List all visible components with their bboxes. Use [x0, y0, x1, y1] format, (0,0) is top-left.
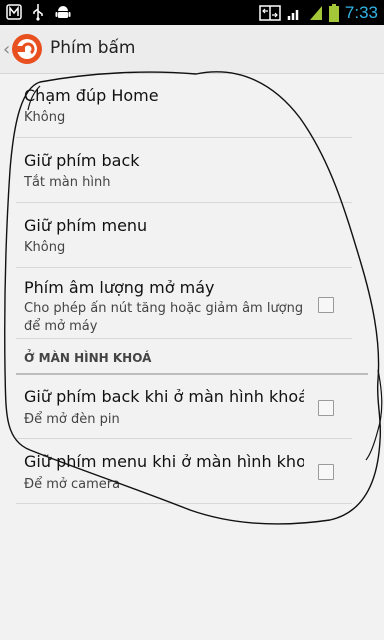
- setting-summary: Để mở đèn pin: [24, 412, 120, 427]
- android-icon: [55, 6, 71, 18]
- setting-title: Giữ phím menu khi ở màn hình khoá: [24, 452, 304, 471]
- setting-summary: Không: [24, 110, 66, 125]
- usb-icon: [33, 4, 43, 21]
- app-logo-icon[interactable]: [11, 33, 43, 65]
- system-icons: 7:33: [259, 3, 378, 22]
- up-chevron-icon[interactable]: ‹: [3, 39, 10, 60]
- status-bar: 7:33: [0, 0, 384, 25]
- setting-summary: Không: [24, 240, 66, 255]
- setting-title: Giữ phím back khi ở màn hình khoá: [24, 387, 304, 406]
- setting-title: Giữ phím menu: [24, 216, 148, 235]
- signal-icon: [309, 5, 322, 20]
- m-icon: [6, 4, 22, 20]
- battery-icon: [328, 3, 339, 22]
- category-title: Ở MÀN HÌNH KHOÁ: [24, 351, 152, 365]
- setting-double-tap-home[interactable]: Chạm đúp Home Không: [16, 74, 352, 138]
- lock-hold-back-checkbox[interactable]: [318, 400, 334, 416]
- settings-list: Chạm đúp Home Không Giữ phím back Tắt mà…: [0, 74, 384, 504]
- page-title: Phím bấm: [50, 38, 136, 58]
- volume-wake-checkbox[interactable]: [318, 297, 334, 313]
- setting-title: Giữ phím back: [24, 151, 140, 170]
- setting-summary: Để mở camera: [24, 477, 121, 492]
- setting-hold-menu[interactable]: Giữ phím menu Không: [16, 203, 352, 268]
- network-swap-icon: [259, 4, 281, 21]
- setting-title: Phím âm lượng mở máy: [24, 278, 215, 297]
- setting-title: Chạm đúp Home: [24, 86, 159, 105]
- setting-hold-back[interactable]: Giữ phím back Tắt màn hình: [16, 138, 352, 203]
- setting-summary: Cho phép ấn nút tăng hoặc giảm âm lượng …: [24, 301, 304, 334]
- setting-lock-hold-menu[interactable]: Giữ phím menu khi ở màn hình khoá Để mở …: [16, 439, 352, 504]
- notification-icons: [6, 3, 72, 21]
- wifi-icon: [287, 9, 299, 20]
- setting-lock-hold-back[interactable]: Giữ phím back khi ở màn hình khoá Để mở …: [16, 375, 352, 439]
- clock: 7:33: [344, 3, 378, 22]
- setting-volume-wake[interactable]: Phím âm lượng mở máy Cho phép ấn nút tăn…: [16, 268, 352, 339]
- action-bar: ‹ Phím bấm: [0, 25, 384, 74]
- setting-summary: Tắt màn hình: [24, 175, 111, 190]
- lockscreen-category-header: Ở MÀN HÌNH KHOÁ: [16, 339, 368, 375]
- lock-hold-menu-checkbox[interactable]: [318, 464, 334, 480]
